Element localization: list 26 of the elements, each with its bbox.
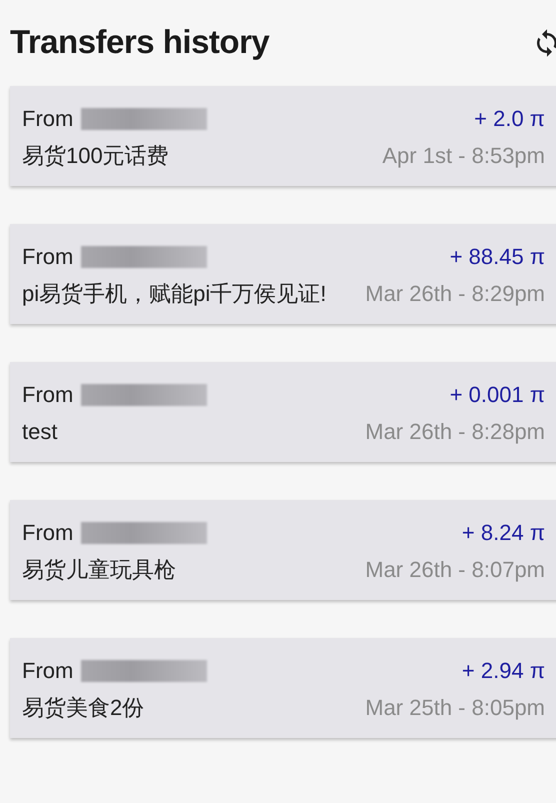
transfer-card[interactable]: From + 2.0 π 易货100元话费 Apr 1st - 8:53pm bbox=[10, 86, 556, 186]
transfer-date: Mar 26th - 8:29pm bbox=[365, 280, 545, 308]
transfer-date: Mar 26th - 8:28pm bbox=[365, 418, 545, 446]
amount-text: + 8.24 π bbox=[462, 519, 545, 547]
amount-text: + 2.94 π bbox=[462, 657, 545, 685]
transfer-date: Mar 25th - 8:05pm bbox=[365, 694, 545, 722]
amount-text: + 2.0 π bbox=[474, 105, 545, 133]
from-label: From bbox=[22, 657, 74, 685]
from-label: From bbox=[22, 105, 74, 133]
transfer-card[interactable]: From + 0.001 π test Mar 26th - 8:28pm bbox=[10, 362, 556, 462]
page-title: Transfers history bbox=[10, 23, 270, 61]
transfer-note: pi易货手机，赋能pi千万侯见证! bbox=[22, 280, 326, 308]
from-label: From bbox=[22, 381, 74, 409]
from-label: From bbox=[22, 243, 74, 271]
transfer-date: Apr 1st - 8:53pm bbox=[382, 142, 545, 170]
amount-text: + 88.45 π bbox=[450, 243, 545, 271]
transfer-note: 易货美食2份 bbox=[22, 694, 144, 722]
from-label: From bbox=[22, 519, 74, 547]
transfer-note: test bbox=[22, 418, 58, 446]
transfer-note: 易货儿童玩具枪 bbox=[22, 556, 176, 584]
transfer-card[interactable]: From + 2.94 π 易货美食2份 Mar 25th - 8:05pm bbox=[10, 638, 556, 738]
transfer-date: Mar 26th - 8:07pm bbox=[365, 556, 545, 584]
transfer-note: 易货100元话费 bbox=[22, 142, 169, 170]
transfer-card[interactable]: From + 88.45 π pi易货手机，赋能pi千万侯见证! Mar 26th - 8:29pm bbox=[10, 224, 556, 324]
transfer-card[interactable]: From + 8.24 π 易货儿童玩具枪 Mar 26th - 8:07pm bbox=[10, 500, 556, 600]
amount-text: + 0.001 π bbox=[450, 381, 545, 409]
